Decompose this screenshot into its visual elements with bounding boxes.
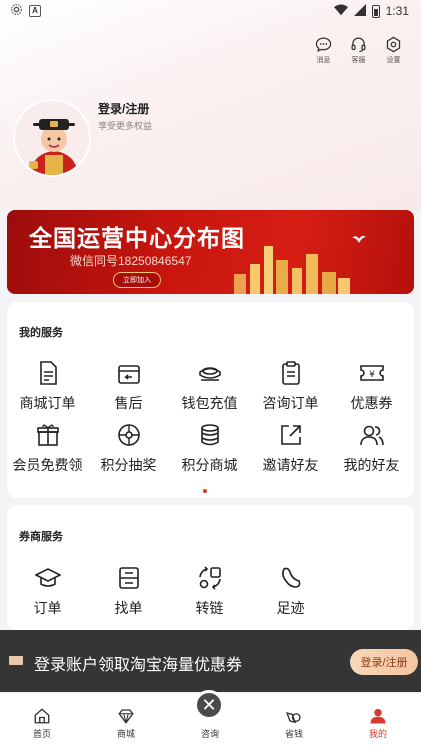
tab-profile[interactable]: 我的 bbox=[343, 707, 413, 740]
message-button[interactable]: 消息 bbox=[310, 36, 337, 65]
ticket-icon bbox=[9, 656, 23, 665]
customer-service-label: 客服 bbox=[351, 57, 366, 64]
service-label: 积分商城 bbox=[181, 457, 238, 473]
service-label: 售后 bbox=[114, 395, 143, 411]
login-register-link[interactable]: 登录/注册 bbox=[98, 100, 149, 117]
promo-banner[interactable]: 全国运营中心分布图 微信同号18250846547 立即加入 bbox=[7, 210, 414, 294]
top-actions: 消息 客服 设置 bbox=[310, 36, 407, 65]
footprint-icon bbox=[281, 567, 300, 588]
return-icon bbox=[117, 365, 140, 384]
mall-icon bbox=[118, 709, 134, 724]
cabinet-icon bbox=[118, 567, 139, 589]
tab-home[interactable]: 首页 bbox=[7, 707, 77, 740]
tab-label: 首页 bbox=[32, 729, 51, 739]
banner-subtitle: 微信同号18250846547 bbox=[70, 254, 192, 268]
service-wallet-recharge[interactable]: 钱包充值 bbox=[169, 360, 250, 413]
broker-services-card: 券商服务 订单 找单 转链 足迹 bbox=[7, 505, 414, 630]
login-subtitle: 享受更多权益 bbox=[98, 121, 153, 131]
wifi-icon bbox=[333, 3, 348, 19]
share-icon bbox=[280, 425, 301, 445]
coins-icon bbox=[200, 424, 219, 446]
wallet-icon bbox=[198, 367, 221, 381]
gear-icon bbox=[10, 3, 23, 19]
home-icon bbox=[34, 708, 50, 724]
avatar[interactable] bbox=[13, 99, 91, 177]
svg-text:¥: ¥ bbox=[369, 370, 375, 380]
tab-label: 省钱 bbox=[284, 729, 303, 739]
page-dot-active bbox=[203, 489, 207, 493]
broker-orders[interactable]: 订单 bbox=[7, 565, 88, 618]
tab-label: 商城 bbox=[116, 729, 135, 739]
service-points-lottery[interactable]: 积分抽奖 bbox=[88, 422, 169, 475]
signal-icon bbox=[353, 3, 366, 19]
service-member-free[interactable]: 会员免费领 bbox=[7, 422, 88, 475]
broker-convert-link[interactable]: 转链 bbox=[169, 565, 250, 618]
graduation-cap-icon bbox=[34, 568, 61, 587]
service-label: 我的好友 bbox=[343, 457, 400, 473]
login-register-button[interactable]: 登录/注册 bbox=[350, 649, 418, 675]
banner-title: 全国运营中心分布图 bbox=[29, 226, 245, 252]
service-label: 邀请好友 bbox=[262, 457, 319, 473]
service-label: 足迹 bbox=[276, 600, 305, 616]
service-consult-orders[interactable]: 咨询订单 bbox=[250, 360, 331, 413]
service-label: 积分抽奖 bbox=[100, 457, 157, 473]
settings-button[interactable]: 设置 bbox=[380, 36, 407, 65]
login-promo-text: 登录账户领取淘宝海量优惠券 bbox=[34, 657, 243, 674]
status-bar: A 1:31 bbox=[0, 0, 421, 22]
tab-save-money[interactable]: 省钱 bbox=[259, 707, 329, 740]
battery-icon bbox=[371, 4, 380, 18]
service-label: 会员免费领 bbox=[12, 457, 83, 473]
service-invite-friends[interactable]: 邀请好友 bbox=[250, 422, 331, 475]
service-after-sales[interactable]: 售后 bbox=[88, 360, 169, 413]
gift-icon bbox=[36, 424, 59, 446]
broker-services-title: 券商服务 bbox=[19, 531, 63, 543]
my-services-title: 我的服务 bbox=[19, 327, 63, 339]
broker-find-orders[interactable]: 找单 bbox=[88, 565, 169, 618]
lottery-wheel-icon bbox=[117, 424, 140, 446]
tab-label: 我的 bbox=[368, 729, 387, 739]
my-services-card: 我的服务 商城订单 售后 钱包充值 咨询订单 ¥ 优惠券 会员免费领 积分抽奖 … bbox=[7, 302, 414, 498]
friends-icon bbox=[359, 425, 384, 446]
service-mall-orders[interactable]: 商城订单 bbox=[7, 360, 88, 413]
service-label: 转链 bbox=[195, 600, 224, 616]
service-label: 优惠券 bbox=[350, 395, 393, 411]
service-label: 找单 bbox=[114, 600, 143, 616]
clipboard-icon bbox=[281, 361, 300, 385]
broker-footprints[interactable]: 足迹 bbox=[250, 565, 331, 618]
convert-link-icon bbox=[198, 566, 221, 590]
status-time: 1:31 bbox=[385, 4, 409, 18]
service-points-mall[interactable]: 积分商城 bbox=[169, 422, 250, 475]
settings-label: 设置 bbox=[386, 57, 401, 64]
service-label: 订单 bbox=[33, 600, 62, 616]
service-coupons[interactable]: ¥ 优惠券 bbox=[331, 360, 412, 413]
customer-service-button[interactable]: 客服 bbox=[345, 36, 372, 65]
save-money-icon bbox=[286, 712, 301, 724]
app-notification-icon: A bbox=[29, 5, 41, 17]
login-promo-bar: 登录账户领取淘宝海量优惠券 登录/注册 bbox=[0, 630, 421, 692]
bird-icon bbox=[352, 235, 366, 243]
page-indicator bbox=[203, 489, 207, 493]
city-skyline-icon bbox=[234, 246, 350, 294]
service-label: 商城订单 bbox=[19, 395, 76, 411]
headset-icon bbox=[351, 37, 366, 53]
message-label: 消息 bbox=[316, 57, 331, 64]
profile-icon bbox=[370, 708, 386, 724]
close-icon[interactable]: ✕ bbox=[194, 690, 224, 720]
settings-icon bbox=[386, 36, 401, 53]
message-icon bbox=[315, 37, 332, 52]
service-my-friends[interactable]: 我的好友 bbox=[331, 422, 412, 475]
coupon-icon: ¥ bbox=[359, 365, 384, 381]
document-icon bbox=[39, 361, 57, 385]
banner-join-button[interactable]: 立即加入 bbox=[113, 272, 161, 288]
service-label: 咨询订单 bbox=[262, 395, 319, 411]
service-label: 钱包充值 bbox=[181, 395, 238, 411]
tab-mall[interactable]: 商城 bbox=[91, 707, 161, 740]
tab-label: 咨询 bbox=[200, 729, 219, 739]
